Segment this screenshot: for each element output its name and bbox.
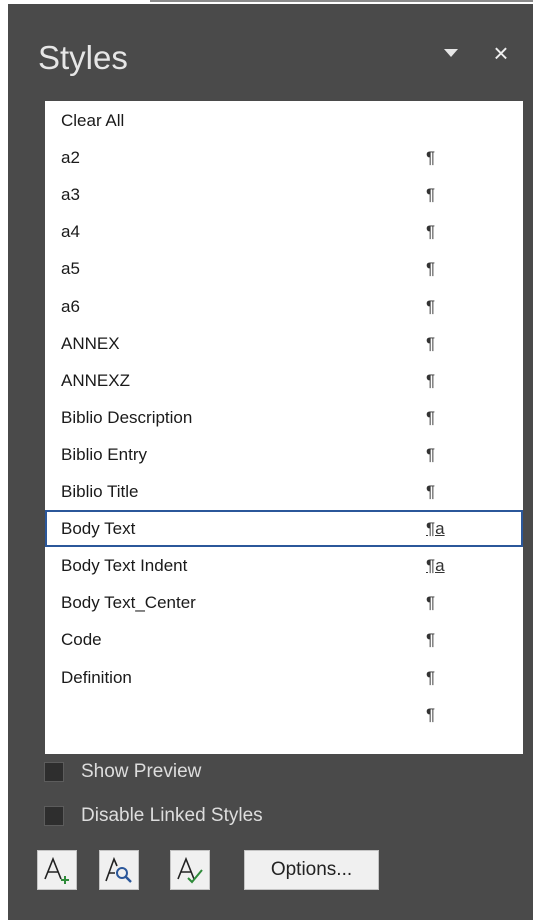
style-list-item[interactable]: ANNEX ¶ [45,325,523,362]
paragraph-style-icon: ¶ [426,667,436,687]
window-top-edge [150,0,533,2]
paragraph-style-icon: ¶ [426,704,436,724]
manage-styles-button[interactable] [170,850,210,890]
style-name: Body Text [61,519,136,539]
style-name: a2 [61,148,80,168]
linked-style-icon: ¶a [426,556,445,576]
style-list-item[interactable]: ANNEXZ ¶ [45,362,523,399]
paragraph-style-icon: ¶ [426,444,436,464]
style-name: Biblio Title [61,482,139,501]
style-list-item[interactable]: Body Text Indent ¶a [45,547,523,584]
close-icon: × [493,38,509,68]
new-style-button[interactable] [37,850,77,890]
style-name: ANNEXZ [61,370,130,390]
style-name: Body Text Indent [61,556,188,576]
show-preview-label[interactable]: Show Preview [81,760,201,784]
disable-linked-styles-label[interactable]: Disable Linked Styles [81,804,263,828]
new-style-icon [44,856,69,884]
paragraph-style-icon: ¶ [426,148,436,168]
styles-list[interactable]: Clear All a2 ¶ a3 ¶ a4 ¶ a5 ¶ a6 ¶ ANNEX ¶ ANNEXZ ¶ Bib… [45,101,523,754]
paragraph-style-icon: ¶ [426,185,436,205]
style-list-item[interactable]: ¶ [45,696,523,733]
style-list-item[interactable]: Body Text_Center ¶ [45,584,523,621]
paragraph-style-icon: ¶ [426,407,436,427]
close-button[interactable]: × [488,38,514,68]
style-name: Body Text_Center [61,593,196,613]
style-list-item[interactable]: Biblio Entry ¶ [45,436,523,473]
style-list-item[interactable]: a6 ¶ [45,288,523,325]
style-name: a3 [61,185,80,205]
show-preview-checkbox[interactable] [44,762,64,782]
style-list-item[interactable]: a5 ¶ [45,250,523,287]
disable-linked-styles-checkbox[interactable] [44,806,64,826]
manage-styles-icon [177,856,203,884]
style-list-item[interactable]: Biblio Description ¶ [45,399,523,436]
style-name: Biblio Description [61,407,193,427]
styles-pane: Styles × Clear All a2 ¶ a3 ¶ a4 ¶ a5 ¶ a6 ¶ ANNEX ¶ A… [8,4,533,920]
paragraph-style-icon: ¶ [426,370,436,390]
paragraph-style-icon: ¶ [426,222,436,242]
paragraph-style-icon: ¶ [426,296,436,316]
style-inspector-button[interactable] [99,850,139,890]
style-name: a6 [61,296,80,316]
style-list-item[interactable]: Body Text ¶a [45,510,523,548]
pane-title: Styles [38,39,128,76]
paragraph-style-icon: ¶ [426,333,436,353]
linked-style-icon: ¶a [426,519,445,539]
options-button[interactable]: Options... [244,850,379,890]
style-list-item[interactable]: Clear All [45,102,523,139]
style-list-item[interactable]: a2 ¶ [45,139,523,176]
style-list-item[interactable]: Biblio Title ¶ [45,473,523,510]
style-list-item[interactable]: Code ¶ [45,621,523,658]
style-list-item[interactable]: a4 ¶ [45,213,523,250]
style-inspector-icon [105,856,132,883]
paragraph-style-icon: ¶ [426,259,436,279]
style-list-item[interactable]: a3 ¶ [45,176,523,213]
style-name: Clear All [61,111,125,130]
style-list-item[interactable]: Definition ¶ [45,659,523,696]
style-name: ANNEX [61,333,120,353]
style-name: Code [61,630,102,650]
style-name: Definition [61,667,132,687]
task-pane-options-button[interactable] [439,38,463,68]
paragraph-style-icon: ¶ [426,482,436,501]
paragraph-style-icon: ¶ [426,593,436,613]
paragraph-style-icon: ¶ [426,630,436,650]
style-name: Biblio Entry [61,444,147,464]
triangle-down-icon [444,49,458,57]
style-name: a4 [61,222,80,242]
style-name: a5 [61,259,80,279]
